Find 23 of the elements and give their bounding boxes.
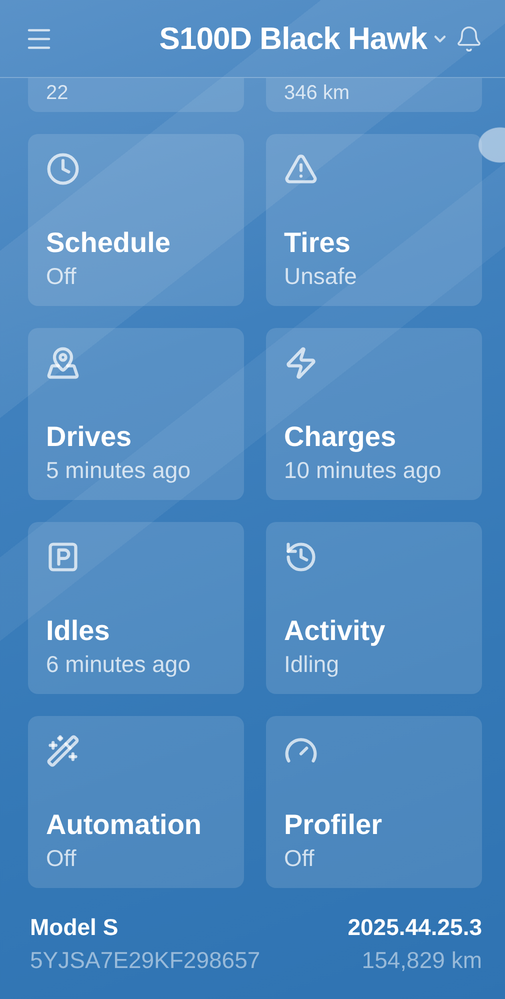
dashboard-tile[interactable]: Charges 10 minutes ago bbox=[266, 328, 482, 500]
vehicle-selector[interactable]: S100D Black Hawk bbox=[54, 20, 455, 56]
lightning-icon bbox=[284, 346, 318, 380]
odometer-reading: 154,829 km bbox=[362, 947, 482, 973]
dashboard-tile[interactable]: Profiler Off bbox=[266, 716, 482, 888]
dashboard-tile[interactable]: Drives 5 minutes ago bbox=[28, 328, 244, 500]
history-icon bbox=[284, 540, 318, 574]
card-value: 22 bbox=[46, 82, 68, 104]
dashboard-tile[interactable]: Tires Unsafe bbox=[266, 134, 482, 306]
software-version: 2025.44.25.3 bbox=[348, 914, 482, 940]
card-value: 346 km bbox=[284, 82, 350, 104]
warning-icon bbox=[284, 152, 318, 186]
parking-icon bbox=[46, 540, 80, 574]
clock-icon bbox=[46, 152, 80, 186]
dashboard-tile[interactable]: Idles 6 minutes ago bbox=[28, 522, 244, 694]
magic-wand-icon bbox=[46, 734, 80, 768]
notification-bell-icon[interactable] bbox=[455, 24, 483, 52]
dashboard-tile[interactable]: Activity Idling bbox=[266, 522, 482, 694]
vin-number: 5YJSA7E29KF298657 bbox=[30, 947, 262, 974]
map-pin-icon bbox=[46, 346, 80, 380]
model-name: Model S bbox=[30, 914, 120, 941]
dashboard-tile[interactable]: Automation Off bbox=[28, 716, 244, 888]
dashboard-tile[interactable]: Schedule Off bbox=[28, 134, 244, 306]
